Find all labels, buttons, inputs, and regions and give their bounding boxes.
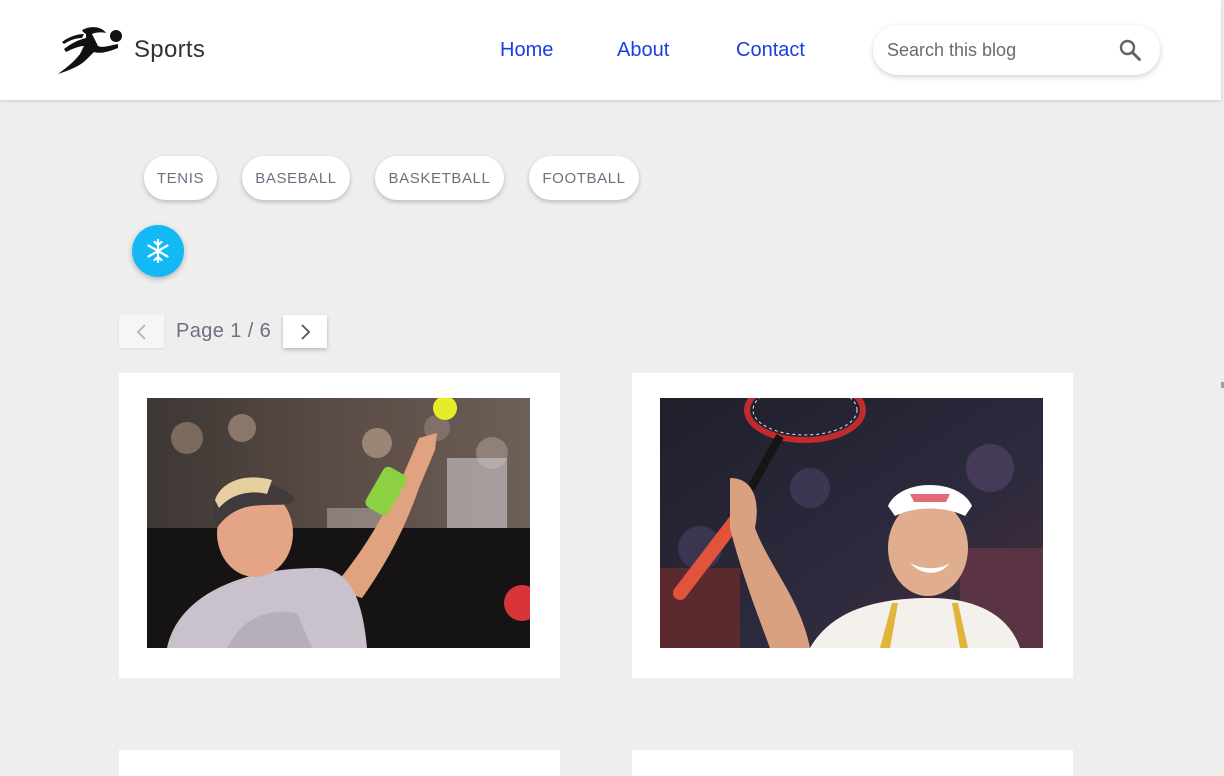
runner-logo-icon[interactable] — [56, 24, 124, 76]
category-chip-basketball[interactable]: BASKETBALL — [375, 156, 504, 200]
page-indicator: Page 1 / 6 — [176, 320, 272, 342]
category-chip-tenis[interactable]: TENIS — [144, 156, 217, 200]
chevron-left-icon — [136, 323, 146, 340]
search-icon[interactable] — [1118, 38, 1142, 62]
snowflake-icon — [147, 238, 169, 264]
post-image-tennis-serve[interactable] — [147, 398, 530, 648]
snowflake-button[interactable] — [132, 225, 184, 277]
search-input[interactable] — [887, 35, 1112, 65]
post-card[interactable] — [632, 373, 1073, 678]
post-image-tennis-celebration[interactable] — [660, 398, 1043, 648]
chevron-right-icon — [301, 323, 311, 340]
post-card[interactable] — [119, 373, 560, 678]
post-card[interactable] — [119, 750, 560, 776]
category-chip-baseball[interactable]: BASEBALL — [242, 156, 350, 200]
nav-about-link[interactable]: About — [617, 39, 669, 62]
next-page-button[interactable] — [283, 315, 327, 348]
category-chip-football[interactable]: FOOTBALL — [529, 156, 639, 200]
nav-contact-link[interactable]: Contact — [736, 39, 805, 62]
nav-home-link[interactable]: Home — [500, 39, 553, 62]
site-title[interactable]: Sports — [134, 36, 205, 64]
site-header: Sports Home About Contact — [0, 0, 1221, 100]
post-card[interactable] — [632, 750, 1073, 776]
search-box — [873, 25, 1160, 75]
previous-page-button[interactable] — [119, 315, 164, 348]
